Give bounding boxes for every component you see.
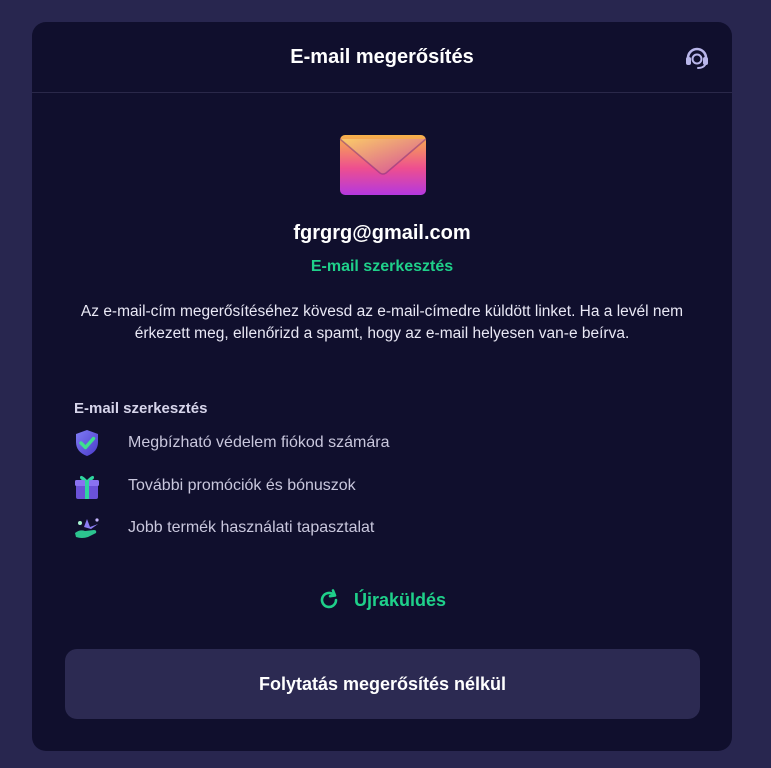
modal-title: E-mail megerősítés xyxy=(290,45,474,68)
hand-sparkle-icon xyxy=(72,513,102,543)
headset-icon xyxy=(686,47,708,69)
modal-header: E-mail megerősítés xyxy=(32,22,732,93)
resend-label: Újraküldés xyxy=(353,589,447,610)
shield-check-icon xyxy=(72,428,102,458)
benefit-label: További promóciók és bónuszok xyxy=(128,477,356,494)
envelope-icon xyxy=(338,133,428,197)
benefit-label: Jobb termék használati tapasztalat xyxy=(128,519,375,536)
resend-button[interactable]: Újraküldés xyxy=(32,589,732,611)
continue-without-verification-button[interactable]: Folytatás megerősítés nélkül xyxy=(65,649,700,719)
gift-icon xyxy=(72,471,102,501)
user-email: fgrgrg@gmail.com xyxy=(293,222,471,244)
edit-email-link[interactable]: E-mail szerkesztés xyxy=(32,258,732,276)
benefit-item: Jobb termék használati tapasztalat xyxy=(72,512,374,544)
email-verification-modal: E-mail megerősítés fgrgrg@gmail.com E-ma… xyxy=(32,22,732,751)
verification-description: Az e-mail-cím megerősítéséhez kövesd az … xyxy=(80,303,684,342)
support-button[interactable] xyxy=(682,42,712,72)
refresh-icon xyxy=(320,589,338,609)
benefit-item: Megbízható védelem fiókod számára xyxy=(72,427,389,459)
continue-button-label: Folytatás megerősítés nélkül xyxy=(258,673,507,694)
benefit-label: Megbízható védelem fiókod számára xyxy=(128,434,390,451)
benefits-title: E-mail szerkesztés xyxy=(74,400,208,417)
benefit-item: További promóciók és bónuszok xyxy=(72,470,356,502)
